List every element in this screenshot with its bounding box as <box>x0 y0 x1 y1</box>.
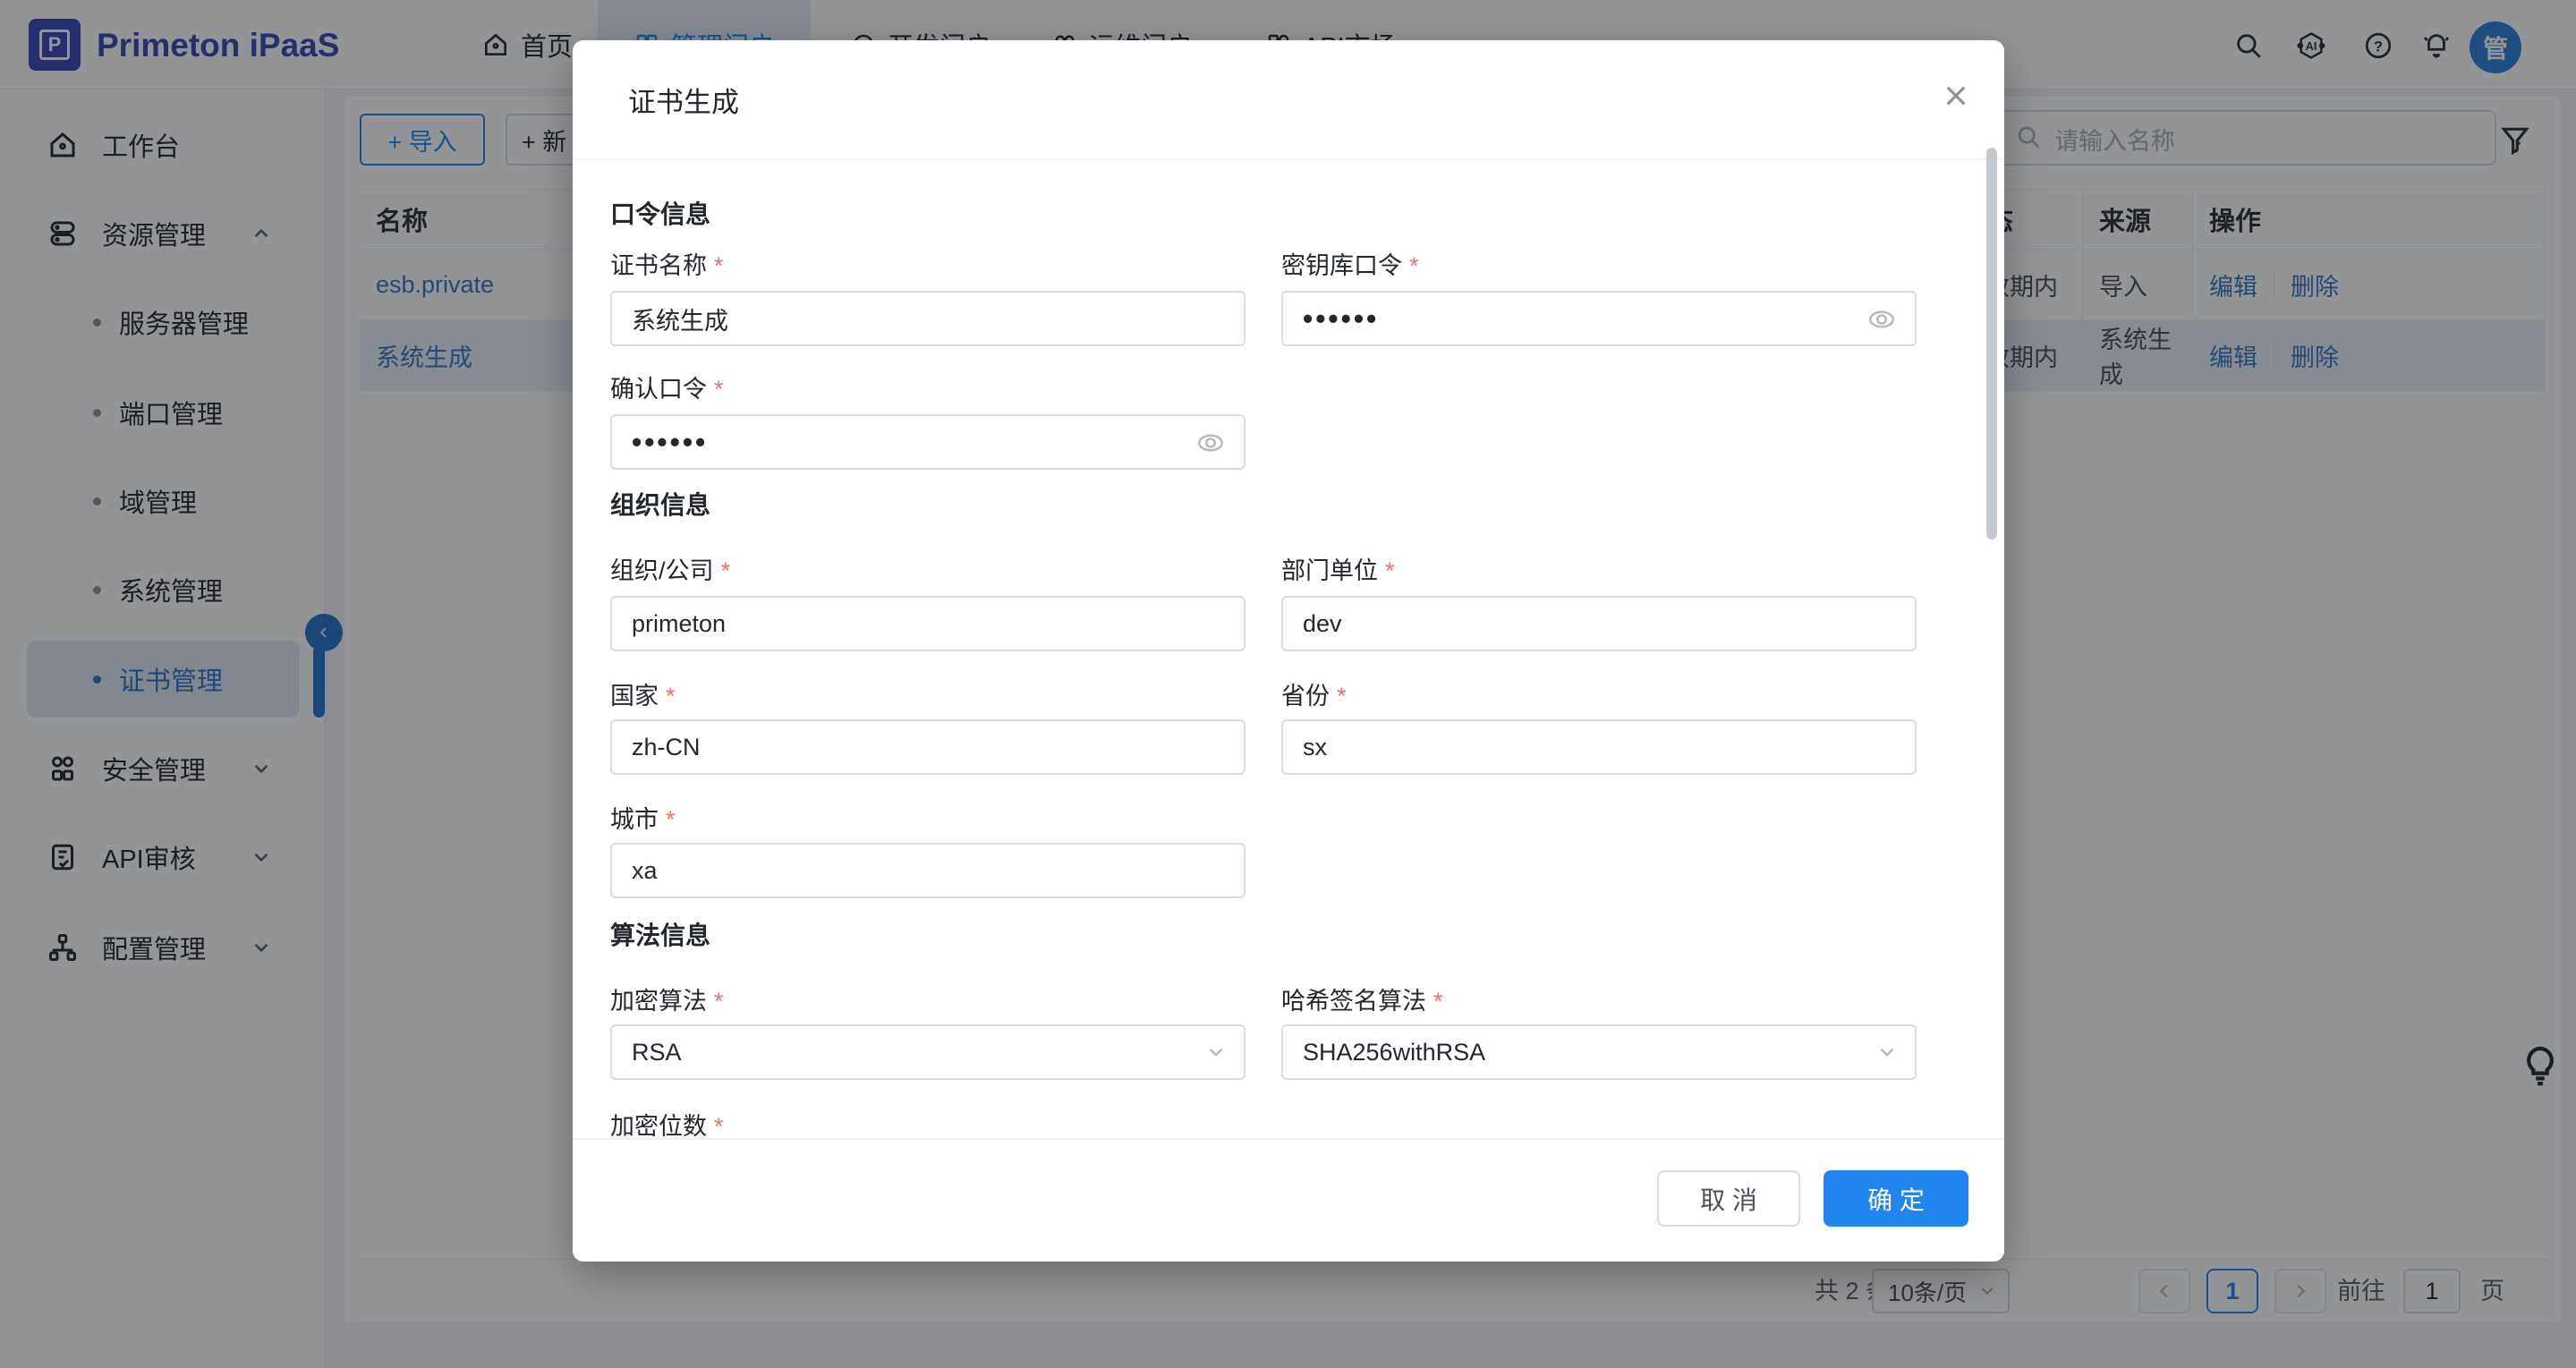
toggle-password-visibility-icon[interactable] <box>1866 304 1897 335</box>
field-label-encrypt-algorithm: 加密算法* <box>610 981 724 1016</box>
field-label-department: 部门单位* <box>1281 551 1395 586</box>
keystore-password-input[interactable] <box>1281 291 1917 346</box>
required-mark: * <box>714 376 724 403</box>
hash-algorithm-select[interactable]: SHA256withRSA <box>1281 1024 1917 1080</box>
field-label-keystore-password: 密钥库口令* <box>1281 246 1419 281</box>
province-input[interactable] <box>1281 719 1917 775</box>
confirm-password-input[interactable] <box>610 414 1245 470</box>
dialog-scrollbar-thumb[interactable] <box>1986 148 1997 540</box>
required-mark: * <box>721 557 731 584</box>
toggle-password-visibility-icon[interactable] <box>1195 428 1226 458</box>
section-algorithm-info: 算法信息 <box>610 916 710 952</box>
field-label-organization: 组织/公司* <box>610 551 730 586</box>
encrypt-algorithm-select[interactable]: RSA <box>610 1024 1245 1080</box>
required-mark: * <box>666 683 676 709</box>
required-mark: * <box>1385 557 1395 584</box>
required-mark: * <box>1409 252 1419 279</box>
dialog-body: 口令信息 证书名称* 密钥库口令* 确认口令* 组织信息 组织/公司* 部门单位… <box>573 160 2004 1138</box>
chevron-down-icon <box>1204 1041 1228 1064</box>
chevron-down-icon <box>1875 1041 1899 1064</box>
cancel-button[interactable]: 取 消 <box>1657 1170 1800 1227</box>
city-input[interactable] <box>610 843 1245 898</box>
certificate-generate-dialog: 证书生成 口令信息 证书名称* 密钥库口令* 确认口令* 组织信息 组织/公司*… <box>573 40 2004 1262</box>
required-mark: * <box>714 1113 724 1138</box>
organization-input[interactable] <box>610 596 1245 651</box>
section-organization-info: 组织信息 <box>610 486 710 522</box>
dialog-footer-divider <box>573 1138 2004 1140</box>
required-mark: * <box>666 806 676 833</box>
field-label-key-bits: 加密位数* <box>610 1107 724 1138</box>
close-icon <box>1942 81 1970 110</box>
country-input[interactable] <box>610 719 1245 775</box>
field-label-city: 城市* <box>610 800 676 835</box>
department-input[interactable] <box>1281 596 1917 651</box>
required-mark: * <box>714 252 724 279</box>
required-mark: * <box>714 988 724 1015</box>
field-label-cert-name: 证书名称* <box>610 246 724 281</box>
field-label-province: 省份* <box>1281 676 1347 711</box>
cert-name-input[interactable] <box>610 291 1245 346</box>
section-password-info: 口令信息 <box>610 195 710 231</box>
confirm-button[interactable]: 确 定 <box>1824 1170 1968 1227</box>
encrypt-algorithm-value: RSA <box>632 1039 682 1066</box>
dialog-close-button[interactable] <box>1936 76 1976 115</box>
field-label-country: 国家* <box>610 676 676 711</box>
hash-algorithm-value: SHA256withRSA <box>1303 1039 1485 1066</box>
field-label-confirm-password: 确认口令* <box>610 370 724 404</box>
field-label-hash-algorithm: 哈希签名算法* <box>1281 981 1443 1016</box>
required-mark: * <box>1433 988 1443 1015</box>
dialog-title: 证书生成 <box>628 80 739 120</box>
required-mark: * <box>1337 683 1347 709</box>
